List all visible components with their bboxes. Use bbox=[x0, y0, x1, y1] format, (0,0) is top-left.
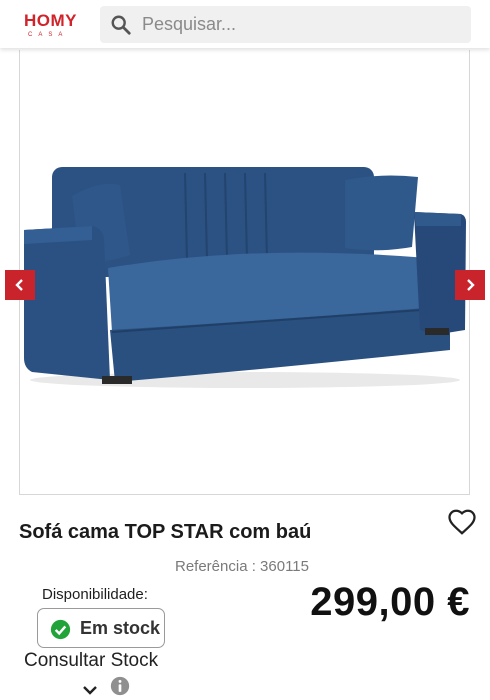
info-icon[interactable] bbox=[110, 676, 130, 696]
logo[interactable]: HOMY CASA bbox=[24, 11, 84, 39]
chevron-down-icon[interactable] bbox=[82, 684, 98, 696]
logo-main-text: HOMY bbox=[24, 11, 77, 30]
stock-status-badge: Em stock bbox=[37, 608, 165, 648]
search-bar[interactable] bbox=[100, 6, 471, 43]
chevron-left-icon bbox=[15, 279, 23, 291]
product-title: Sofá cama TOP STAR com baú bbox=[19, 521, 312, 543]
search-input[interactable] bbox=[142, 6, 462, 43]
gallery-prev-button[interactable] bbox=[5, 270, 35, 300]
gallery-next-button[interactable] bbox=[455, 270, 485, 300]
product-price: 299,00 € bbox=[310, 580, 470, 624]
availability-label: Disponibilidade: bbox=[42, 586, 148, 603]
check-circle-icon bbox=[50, 619, 71, 640]
product-gallery[interactable] bbox=[19, 50, 476, 535]
chevron-right-icon bbox=[467, 279, 475, 291]
header: HOMY CASA bbox=[0, 0, 490, 48]
heart-icon bbox=[448, 509, 476, 535]
search-icon[interactable] bbox=[110, 14, 132, 36]
stock-status-text: Em stock bbox=[80, 618, 161, 638]
product-image bbox=[24, 167, 466, 388]
consult-stock-link[interactable]: Consultar Stock bbox=[24, 650, 158, 672]
favorite-button[interactable] bbox=[447, 507, 477, 537]
product-reference: Referência : 360115 bbox=[175, 558, 309, 575]
logo-sub-text: CASA bbox=[28, 32, 69, 38]
